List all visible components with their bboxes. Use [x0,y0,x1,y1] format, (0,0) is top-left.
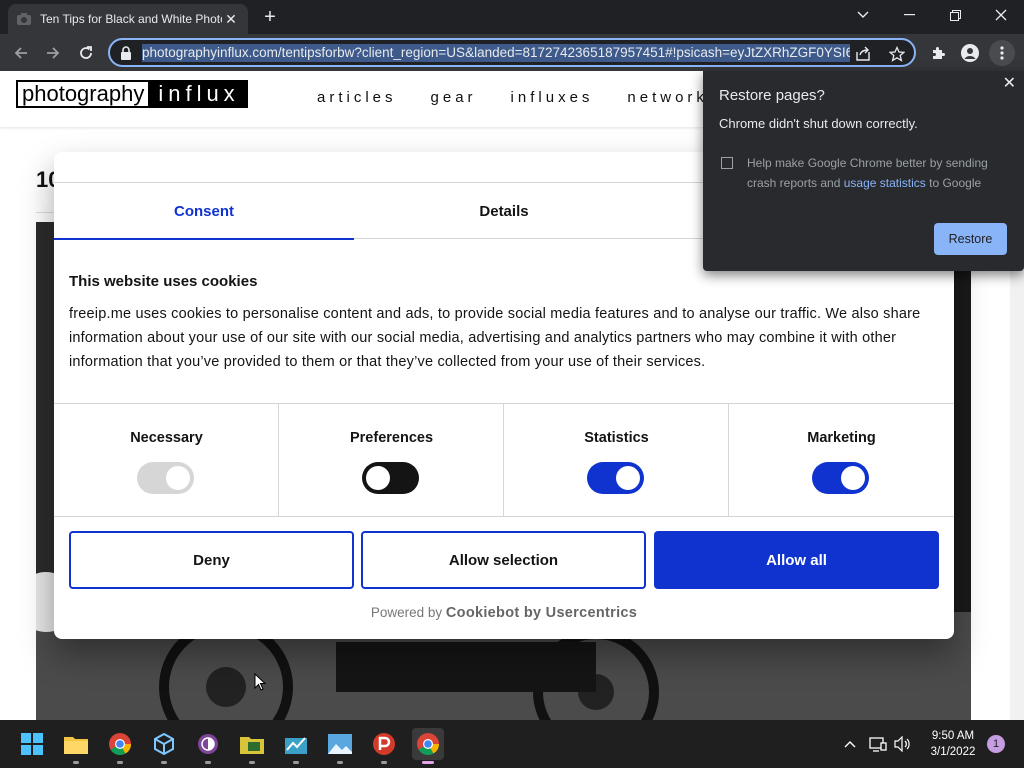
site-favicon-icon [16,11,32,27]
powered-by-footer[interactable]: Powered by Cookiebot by Usercentrics [54,605,954,621]
minimize-button[interactable] [886,0,932,30]
file-explorer-icon[interactable] [60,728,92,764]
cookie-description: freeip.me uses cookies to personalise co… [69,306,921,370]
nav-network[interactable]: network [627,89,708,106]
site-logo[interactable]: photography influx [16,80,248,108]
3d-cube-app-icon[interactable] [148,728,180,764]
site-nav: articles gear influxes network [317,89,708,106]
new-tab-button[interactable]: + [258,6,282,30]
image-viewer-icon[interactable] [324,728,356,764]
cookie-heading: This website uses cookies [69,273,258,290]
back-arrow-icon[interactable] [8,40,34,66]
statistics-toggle[interactable] [587,462,644,494]
windows-taskbar: 9:50 AM 3/1/2022 [0,720,1024,768]
running-indicator [337,761,343,764]
clock-date: 3/1/2022 [930,746,976,758]
nav-articles[interactable]: articles [317,89,397,106]
restore-window-button[interactable] [932,0,978,30]
chrome-menu-icon[interactable] [989,40,1015,66]
notification-badge[interactable]: 1 [987,735,1005,753]
running-indicator [293,761,299,764]
graph-app-icon[interactable] [280,728,312,764]
deny-button[interactable]: Deny [69,531,354,589]
toggle-label-statistics: Statistics [584,430,649,446]
folder-app-icon[interactable] [236,728,268,764]
running-indicator [205,761,211,764]
toggle-cell-necessary: Necessary [54,404,279,516]
toggle-cell-preferences: Preferences [279,404,504,516]
crash-report-label: Help make Google Chrome better by sendin… [747,153,1007,193]
address-bar[interactable]: photographyinflux.com/tentipsforbw?clien… [108,38,916,67]
network-icon[interactable] [868,734,888,754]
allow-all-button[interactable]: Allow all [654,531,939,589]
nav-gear[interactable]: gear [431,89,477,106]
close-window-button[interactable] [978,0,1024,30]
toggle-label-preferences: Preferences [349,430,434,446]
marketing-toggle[interactable] [812,462,869,494]
share-icon[interactable] [854,45,872,63]
tab-details[interactable]: Details [354,183,654,239]
active-indicator [422,761,434,764]
restore-close-icon[interactable]: ✕ [1003,73,1016,93]
toggle-label-necessary: Necessary [130,430,203,446]
restore-message: Chrome didn't shut down correctly. [719,116,918,131]
toggle-label-marketing: Marketing [807,430,876,446]
cookie-category-toggles: Necessary Preferences Statistics Marketi… [54,403,954,517]
mouse-cursor-icon [254,672,267,696]
running-indicator [381,761,387,764]
url-text[interactable]: photographyinflux.com/tentipsforbw?clien… [142,44,850,62]
toggle-knob [366,466,390,490]
restore-pages-popup: Restore pages? ✕ Chrome didn't shut down… [703,71,1024,271]
toggle-knob [841,466,865,490]
browser-titlebar: Ten Tips for Black and White Photography… [0,0,1024,34]
tab-consent[interactable]: Consent [54,183,354,240]
chrome-active-taskbar-icon[interactable] [412,728,444,764]
running-indicator [249,761,255,764]
clock-time: 9:50 AM [931,730,975,742]
volume-icon[interactable] [893,734,913,754]
system-clock[interactable]: 9:50 AM 3/1/2022 [922,728,984,760]
running-indicator [73,761,79,764]
crash-report-suffix: to Google [929,176,982,190]
restore-button[interactable]: Restore [934,223,1007,255]
tab-search-icon[interactable] [840,0,886,30]
extensions-puzzle-icon[interactable] [925,40,951,66]
toggle-knob [166,466,190,490]
psiphon-icon[interactable] [368,728,400,764]
toggle-cell-marketing: Marketing [729,404,954,516]
crash-report-checkbox[interactable] [721,157,733,169]
usage-statistics-link[interactable]: usage statistics [844,176,926,190]
powered-by-brand: Cookiebot by Usercentrics [445,605,638,621]
tor-browser-icon[interactable] [192,728,224,764]
preferences-toggle[interactable] [362,462,419,494]
logo-text-influx: influx [150,80,248,108]
chrome-taskbar-icon[interactable] [104,728,136,764]
running-indicator [117,761,123,764]
restore-title: Restore pages? [719,87,825,104]
tab-title: Ten Tips for Black and White Photography [40,12,222,26]
powered-by-label: Powered by [370,605,443,620]
browser-tab[interactable]: Ten Tips for Black and White Photography… [8,4,248,34]
toggle-cell-statistics: Statistics [504,404,729,516]
show-hidden-icons-chevron-icon[interactable] [840,734,860,754]
bookmark-star-icon[interactable] [888,45,906,63]
logo-text-photography: photography [16,80,151,108]
profile-avatar-icon[interactable] [957,40,983,66]
running-indicator [161,761,167,764]
lock-icon[interactable] [120,46,132,65]
nav-influxes[interactable]: influxes [511,89,594,106]
forward-arrow-icon[interactable] [40,40,66,66]
tab-close-icon[interactable]: ✕ [222,11,240,28]
browser-toolbar: photographyinflux.com/tentipsforbw?clien… [0,34,1024,71]
necessary-toggle [137,462,194,494]
allow-selection-button[interactable]: Allow selection [361,531,646,589]
reload-icon[interactable] [73,40,99,66]
toggle-knob [616,466,640,490]
windows-start-icon[interactable] [16,728,48,760]
